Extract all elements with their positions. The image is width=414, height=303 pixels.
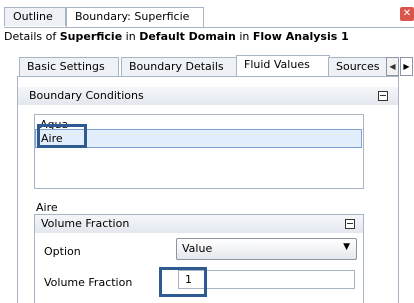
details-domain: Default Domain	[139, 30, 236, 43]
volume-fraction-header[interactable]: Volume Fraction	[35, 215, 363, 233]
tab-outline[interactable]: Outline	[4, 7, 66, 26]
collapse-icon[interactable]	[345, 219, 355, 229]
highlight-box-volume-fraction	[159, 267, 207, 297]
tab-basic-settings[interactable]: Basic Settings	[19, 57, 119, 76]
tab-boundary-superficie[interactable]: Boundary: Superficie	[66, 7, 204, 27]
highlight-box-aire	[37, 124, 87, 148]
option-select[interactable]: Value ▼	[176, 238, 357, 260]
tab-outline-label: Outline	[13, 10, 53, 23]
scroll-right-icon[interactable]: ▶	[400, 57, 413, 76]
tab-sources[interactable]: Sources	[328, 57, 388, 76]
close-icon[interactable]: ✕	[400, 7, 414, 21]
volume-fraction-label: Volume Fraction	[44, 276, 133, 289]
option-label: Option	[44, 245, 81, 258]
details-object: Superficie	[59, 30, 123, 43]
chevron-down-icon: ▼	[343, 242, 350, 252]
option-select-value: Value	[182, 242, 213, 255]
details-analysis: Flow Analysis 1	[252, 30, 349, 43]
volume-fraction-title: Volume Fraction	[41, 217, 130, 230]
tab-fluid-values[interactable]: Fluid Values	[236, 55, 330, 77]
details-heading: Details of Superficie in Default Domain …	[4, 27, 414, 46]
tab-fluid-values-label: Fluid Values	[244, 58, 310, 71]
collapse-icon[interactable]	[378, 91, 388, 101]
boundary-conditions-header[interactable]: Boundary Conditions	[18, 87, 398, 105]
details-sep-2: in	[235, 30, 253, 43]
details-sep-1: in	[122, 30, 140, 43]
scroll-left-icon[interactable]: ◀	[386, 57, 399, 76]
details-prefix: Details of	[4, 30, 60, 43]
boundary-conditions-title: Boundary Conditions	[29, 89, 144, 102]
selected-fluid-label: Aire	[36, 201, 58, 214]
tab-sources-label: Sources	[336, 60, 380, 73]
tab-boundary-label: Boundary: Superficie	[75, 10, 190, 23]
tab-boundary-details[interactable]: Boundary Details	[121, 57, 237, 76]
tab-basic-settings-label: Basic Settings	[27, 60, 105, 73]
tab-boundary-details-label: Boundary Details	[129, 60, 224, 73]
